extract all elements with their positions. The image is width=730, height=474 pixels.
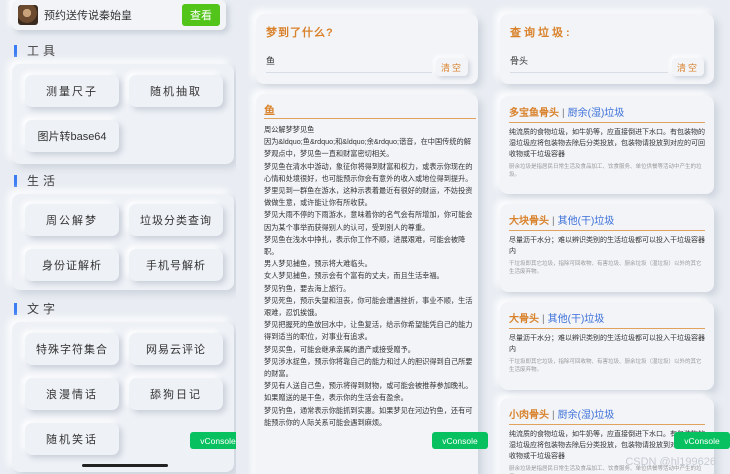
garbage-clear-button[interactable]: 清空	[672, 58, 704, 76]
dream-paragraph: 周公解梦梦见鱼	[264, 125, 315, 134]
garbage-query-card: 查询垃圾: 骨头 清空	[500, 14, 714, 84]
item-category: 厨余(湿)垃圾	[567, 108, 625, 119]
home-indicator	[82, 464, 168, 467]
dream-paragraph: 梦里见到一群鱼在游水，这种示表着最近有很好的财运，不妨投资做做生意，或许能让你有…	[264, 186, 473, 208]
section-title-life: 生活	[14, 172, 59, 189]
dream-paragraph: 梦见买鱼，可能会继承亲属的遗产或接受赠予。	[264, 344, 415, 354]
item-tip: 干垃圾即其它垃圾，指除可回收物、有害垃圾、厨余垃圾（湿垃圾）以外的其它生活废弃物…	[509, 261, 702, 275]
dream-interpretation-button[interactable]: 周公解梦	[25, 204, 119, 236]
item-tip: 厨余垃圾是指居民日常生活及食品加工、饮食服务、单位供餐等活动中产生的垃圾。	[509, 164, 702, 178]
promo-view-button[interactable]: 查看	[182, 4, 220, 26]
tools-panel: 测量尺子 随机抽取 图片转base64	[12, 64, 234, 164]
result-title: 大骨头 | 其他(干)垃圾	[509, 314, 605, 325]
item-name: 多宝鱼骨头	[509, 108, 559, 119]
dream-paragraph: 女人梦见捕鱼，预示会有个富有的丈夫，而且生活幸福。	[264, 271, 444, 281]
watermark: CSDN @hl199626	[625, 456, 716, 468]
phone-parse-button[interactable]: 手机号解析	[129, 249, 223, 281]
text-panel: 特殊字符集合 网易云评论 浪漫情话 舔狗日记 随机笑话	[12, 322, 234, 472]
dream-paragraph: 梦见鱼在清水中游动，象征你将得到财富和权力，或表示你现在的心情和处境很好，也可能…	[264, 161, 473, 183]
garbage-column: 查询垃圾: 骨头 清空 多宝鱼骨头 | 厨余(湿)垃圾 纯流质的食物垃圾，如牛奶等，…	[492, 0, 730, 474]
dream-paragraph: 梦见鱼在浅水中挣扎，表示你工作不顺，进展艰难，可能会被降职。	[264, 234, 466, 257]
special-chars-button[interactable]: 特殊字符集合	[25, 333, 119, 365]
romantic-words-button[interactable]: 浪漫情话	[25, 378, 119, 410]
dream-paragraph: 梦见死鱼，预示失望和沮丧，你可能会遭遇挫折，事业不顺，生活艰难，忍饥挨饿。	[264, 295, 473, 318]
divider	[509, 328, 705, 329]
garbage-result-card: 多宝鱼骨头 | 厨余(湿)垃圾 纯流质的食物垃圾，如牛奶等，应直接倒进下水口。有包装…	[500, 96, 714, 194]
garbage-query-input[interactable]: 骨头	[510, 54, 528, 67]
dream-paragraph: 梦见钓鱼，通常表示你能抓到实惠。如果梦见在河边钓鱼，还有可能预示你的人际关系可能…	[264, 405, 473, 427]
dream-paragraph: 梦见有人送自己鱼，预示将得到财物，或可能会被推荐参加晚礼。如果赠送的是干鱼，表示…	[264, 381, 473, 403]
dream-query-card: 梦到了什么? 鱼 清空	[256, 14, 478, 84]
id-card-parse-button[interactable]: 身份证解析	[25, 249, 119, 281]
garbage-sort-button[interactable]: 垃圾分类查询	[129, 204, 223, 236]
section-marker	[14, 302, 17, 315]
dream-paragraph: 男人梦见捕鱼，预示将大难临头。	[264, 259, 372, 269]
random-draw-button[interactable]: 随机抽取	[129, 75, 223, 107]
divider	[509, 122, 705, 123]
tool-menu-column: 预约送传说秦始皇 查看 工具 测量尺子 随机抽取 图片转base64 生活 周公…	[0, 0, 236, 474]
item-name: 大块骨头	[509, 216, 549, 227]
vconsole-button[interactable]: vConsole	[674, 432, 730, 449]
divider	[509, 230, 705, 231]
dream-paragraph: 梦见涉水捉鱼，预示你将靠自己的能力和过人的胆识得到自己所要的财富。	[264, 356, 473, 379]
image-to-base64-button[interactable]: 图片转base64	[25, 120, 119, 152]
input-underline	[266, 72, 432, 73]
item-description: 尽量沥干水分；难以辨识类别的生活垃圾都可以投入干垃圾容器内	[509, 335, 705, 353]
avatar	[18, 5, 38, 25]
random-joke-button[interactable]: 随机笑话	[25, 423, 119, 455]
dream-clear-button[interactable]: 清空	[436, 58, 468, 76]
netease-comments-button[interactable]: 网易云评论	[129, 333, 223, 365]
garbage-result-card: 大块骨头 | 其他(干)垃圾 尽量沥干水分；难以辨识类别的生活垃圾都可以投入干垃圾容…	[500, 204, 714, 292]
vconsole-button[interactable]: vConsole	[432, 432, 488, 449]
garbage-result-card: 大骨头 | 其他(干)垃圾 尽量沥干水分；难以辨识类别的生活垃圾都可以投入干垃圾容器…	[500, 302, 714, 390]
vconsole-button[interactable]: vConsole	[190, 432, 236, 449]
section-title-tools: 工具	[14, 42, 59, 59]
lick-dog-diary-button[interactable]: 舔狗日记	[129, 378, 223, 410]
dream-paragraph: 梦见钓鱼，要去海上旅行。	[264, 283, 351, 293]
item-description: 尽量沥干水分；难以辨识类别的生活垃圾都可以投入干垃圾容器内	[509, 237, 705, 255]
item-category: 厨余(湿)垃圾	[557, 410, 615, 421]
section-marker	[14, 174, 17, 187]
dream-result-title: 鱼	[264, 105, 275, 117]
divider	[264, 118, 476, 119]
dream-query-title: 梦到了什么?	[266, 27, 334, 39]
dream-paragraph: 梦见把握死的鱼放回水中，让鱼复活，给示你希望能凭自己的能力得到适当的职位，对事业…	[264, 320, 473, 342]
input-underline	[510, 72, 668, 73]
dream-result-body: 周公解梦梦见鱼 因为&ldquo;鱼&rdquo;和&ldquo;余&rdquo…	[264, 124, 478, 429]
dream-paragraph: 梦见大雨不停的下雨游水，意味着你的名气会有所增加，你可能会因为某个事举而获得别人…	[264, 210, 473, 232]
garbage-query-title: 查询垃圾:	[510, 27, 573, 39]
item-category: 其他(干)垃圾	[547, 314, 605, 325]
item-name: 大骨头	[509, 314, 539, 325]
dream-column: 梦到了什么? 鱼 清空 鱼 周公解梦梦见鱼 因为&ldquo;鱼&rdquo;和…	[248, 0, 488, 474]
ruler-button[interactable]: 测量尺子	[25, 75, 119, 107]
section-title-text: 文字	[14, 300, 59, 317]
dream-query-input[interactable]: 鱼	[266, 54, 275, 67]
item-category: 其他(干)垃圾	[557, 216, 615, 227]
life-panel: 周公解梦 垃圾分类查询 身份证解析 手机号解析	[12, 194, 234, 290]
result-title: 多宝鱼骨头 | 厨余(湿)垃圾	[509, 108, 625, 119]
result-title: 大块骨头 | 其他(干)垃圾	[509, 216, 615, 227]
item-tip: 干垃圾即其它垃圾，指除可回收物、有害垃圾、厨余垃圾（湿垃圾）以外的其它生活废弃物…	[509, 359, 702, 373]
dream-paragraph: 因为&ldquo;鱼&rdquo;和&ldquo;余&rdquo;谐音，在中国传…	[264, 137, 471, 159]
section-marker	[14, 44, 17, 57]
item-description: 纯流质的食物垃圾，如牛奶等，应直接倒进下水口。有包装物的湿垃圾应将包装物去除后分…	[509, 129, 705, 158]
result-title: 小肉骨头 | 厨余(湿)垃圾	[509, 410, 615, 421]
item-name: 小肉骨头	[509, 410, 549, 421]
promo-banner: 预约送传说秦始皇 查看	[12, 0, 226, 30]
promo-text: 预约送传说秦始皇	[44, 10, 132, 22]
divider	[509, 424, 705, 425]
